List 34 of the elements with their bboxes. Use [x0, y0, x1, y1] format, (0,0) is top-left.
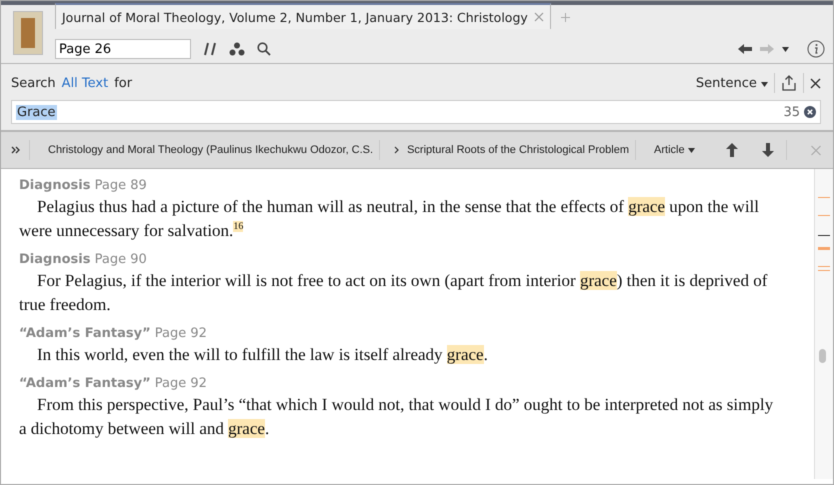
for-label: for [114, 76, 132, 90]
result-heading[interactable]: “Adam’s Fantasy” Page 92 [19, 326, 780, 341]
caret-icon [688, 148, 695, 153]
dropdown-caret-icon[interactable] [782, 46, 789, 52]
scope-dropdown[interactable]: All Text [62, 76, 108, 90]
parallel-lines-icon[interactable] [203, 42, 217, 56]
breadcrumb-item[interactable]: Scriptural Roots of the Christological Problem [401, 144, 636, 156]
result-heading[interactable]: Diagnosis Page 90 [19, 252, 780, 267]
result-count: 35 [783, 104, 800, 120]
book-cover-thumbnail[interactable] [13, 11, 43, 55]
result-heading[interactable]: “Adam’s Fantasy” Page 92 [19, 376, 780, 391]
document-tab[interactable]: Journal of Moral Theology, Volume 2, Number 1, January 2013: Christology [55, 3, 551, 29]
result-paragraph: For Pelagius, if the interior will is not free to act on its own (apart from interior grace) then it is deprived of true freedom. [19, 270, 768, 316]
search-icon[interactable] [257, 42, 271, 56]
search-field[interactable]: Grace 35 [11, 100, 821, 124]
result-heading[interactable]: Diagnosis Page 89 [19, 178, 780, 193]
result-paragraph: In this world, even the will to fulfill the law is itself already grace. [36, 344, 489, 366]
chevron-right-icon [394, 146, 400, 154]
scrollbar[interactable] [814, 169, 833, 479]
result-paragraph: Pelagius thus had a picture of the human will as neutral, in the sense that the effects of grace upon the will were unnecessary for salvation.$^{16}$ [19, 196, 760, 242]
expand-chevrons-icon[interactable] [11, 145, 21, 155]
close-icon[interactable] [810, 78, 821, 88]
back-arrow-icon[interactable] [738, 44, 752, 54]
result-paragraph: From this perspective, Paul’s “that which I would not, that would I do” ought to be interpreted not as simply a dichotomy between will and grace. [19, 394, 774, 440]
unit-dropdown[interactable]: Article [648, 144, 701, 156]
share-icon[interactable] [781, 75, 797, 91]
info-icon[interactable] [807, 40, 825, 58]
clear-icon[interactable] [804, 106, 816, 118]
reference-field[interactable]: Page 26 [55, 39, 191, 59]
three-dots-icon[interactable] [229, 42, 245, 56]
caret-icon [761, 82, 768, 86]
mode-dropdown[interactable]: Sentence [696, 76, 768, 90]
breadcrumb-item[interactable]: Christology and Moral Theology (Paulinus Ikechukwu Odozor, C.S. [42, 144, 380, 156]
search-label: Search [11, 76, 56, 90]
